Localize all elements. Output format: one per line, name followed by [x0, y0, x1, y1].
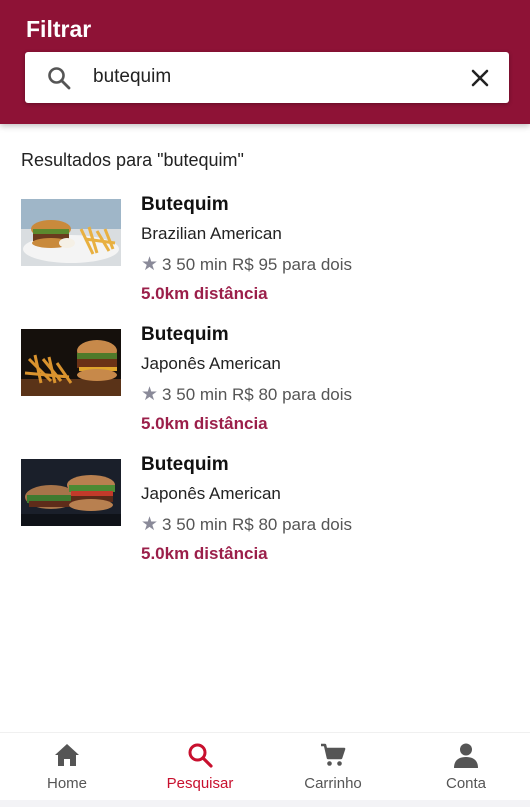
restaurant-name: Butequim: [141, 194, 229, 215]
price: R$ 95 para dois: [232, 255, 353, 274]
search-icon: [188, 743, 213, 768]
price: R$ 80 para dois: [232, 385, 353, 404]
close-icon[interactable]: [468, 66, 492, 90]
app-header: Filtrar: [0, 0, 530, 124]
page-title: Filtrar: [26, 16, 92, 42]
star-icon: ★: [141, 254, 159, 275]
star-icon: ★: [141, 384, 159, 405]
cart-icon: [321, 743, 346, 766]
delivery-time: 50 min: [176, 255, 228, 274]
list-item[interactable]: Butequim Japonês American ★ 3 50 min R$ 8…: [0, 320, 530, 450]
nav-item-home[interactable]: Home: [1, 733, 133, 807]
restaurant-cuisine: Brazilian American: [141, 224, 282, 243]
bottom-nav: Home Pesquisar Carrinho Conta: [0, 732, 530, 807]
nav-item-search[interactable]: Pesquisar: [134, 733, 266, 807]
delivery-time: 50 min: [176, 385, 228, 404]
rating: 3: [162, 515, 172, 534]
distance: 5.0km distância: [141, 414, 268, 433]
home-icon: [55, 744, 79, 766]
delivery-time: 50 min: [176, 515, 228, 534]
nav-label: Home: [46, 775, 87, 792]
star-icon: ★: [141, 514, 159, 535]
nav-item-account[interactable]: Conta: [400, 733, 530, 807]
restaurant-name: Butequim: [141, 454, 229, 475]
nav-label: Carrinho: [304, 775, 362, 792]
results-list: Butequim Brazilian American ★ 3 50 min R$…: [0, 190, 530, 580]
restaurant-cuisine: Japonês American: [141, 484, 281, 503]
bottom-strip: [0, 800, 530, 807]
rating: 3: [162, 385, 172, 404]
search-box[interactable]: [25, 52, 509, 103]
restaurant-meta: ★ 3 50 min R$ 95 para dois: [141, 253, 352, 276]
price: R$ 80 para dois: [232, 515, 353, 534]
restaurant-image: [21, 199, 121, 266]
restaurant-image: [21, 459, 121, 526]
search-icon: [48, 67, 71, 90]
distance: 5.0km distância: [141, 544, 268, 563]
rating: 3: [162, 255, 172, 274]
restaurant-image: [21, 329, 121, 396]
restaurant-cuisine: Japonês American: [141, 354, 281, 373]
list-item[interactable]: Butequim Japonês American ★ 3 50 min R$ 8…: [0, 450, 530, 580]
nav-label: Conta: [445, 775, 487, 792]
account-icon: [454, 743, 478, 768]
distance: 5.0km distância: [141, 284, 268, 303]
results-heading: Resultados para "butequim": [21, 150, 244, 170]
nav-item-cart[interactable]: Carrinho: [267, 733, 399, 807]
restaurant-name: Butequim: [141, 324, 229, 345]
list-item[interactable]: Butequim Brazilian American ★ 3 50 min R$…: [0, 190, 530, 320]
nav-label: Pesquisar: [166, 775, 234, 792]
search-input[interactable]: [93, 62, 453, 92]
restaurant-meta: ★ 3 50 min R$ 80 para dois: [141, 383, 352, 406]
restaurant-meta: ★ 3 50 min R$ 80 para dois: [141, 513, 352, 536]
